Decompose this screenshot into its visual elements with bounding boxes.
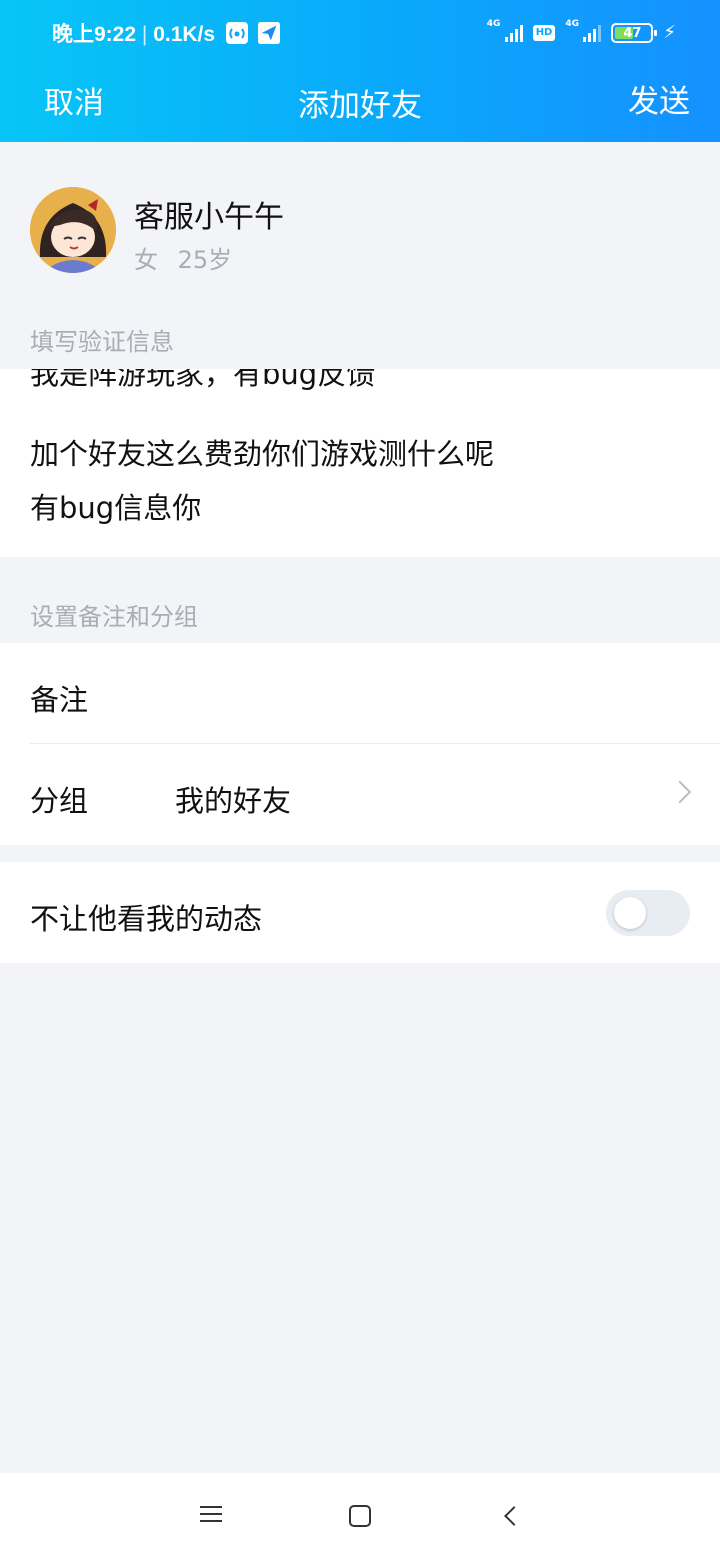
battery-icon: 47 <box>611 23 658 43</box>
system-nav-bar <box>0 1473 720 1560</box>
signal-icon-2: 4G <box>565 19 602 44</box>
send-app-icon <box>258 22 280 44</box>
avatar[interactable] <box>30 187 116 273</box>
verification-label: 填写验证信息 <box>30 328 174 356</box>
hotspot-icon <box>226 22 248 44</box>
status-time: 晚上9:22 | 0.1K/s <box>52 18 215 48</box>
back-icon[interactable] <box>497 1501 527 1531</box>
send-button[interactable]: 发送 <box>628 76 690 121</box>
profile-gender: 女 <box>134 246 158 274</box>
signal-tag-2: 4G <box>565 19 580 29</box>
profile-meta: 女 25岁 <box>134 240 232 275</box>
status-separator: | <box>141 23 148 46</box>
network-speed: 0.1K/s <box>153 23 216 46</box>
header-bar: 晚上9:22 | 0.1K/s 4G HD 4G 47 ⚡ 取消 添加好友 发送 <box>0 0 720 142</box>
privacy-panel: 不让他看我的动态 <box>0 862 720 963</box>
privacy-label: 不让他看我的动态 <box>30 902 263 936</box>
profile-name: 客服小午午 <box>134 200 284 235</box>
toggle-knob <box>614 897 646 929</box>
message-line-1: 我是阵游玩家，有bug反馈 <box>30 369 376 391</box>
clock: 晚上9:22 <box>52 23 137 46</box>
remark-group-panel: 备注 分组 我的好友 <box>0 643 720 845</box>
hd-badge: HD <box>532 25 556 41</box>
signal-icon: 4G <box>486 19 523 44</box>
bolt-icon: ⚡ <box>663 22 676 43</box>
remark-label: 备注 <box>30 683 89 717</box>
message-line-2: 加个好友这么费劲你们游戏测什么呢 <box>30 437 495 471</box>
remark-row[interactable]: 备注 <box>0 643 720 744</box>
status-bar: 晚上9:22 | 0.1K/s 4G HD 4G 47 ⚡ <box>0 0 720 64</box>
signal-tag: 4G <box>486 19 501 29</box>
group-row[interactable]: 分组 我的好友 <box>0 744 720 845</box>
group-value: 我的好友 <box>175 784 292 818</box>
privacy-row: 不让他看我的动态 <box>0 862 720 963</box>
page-title: 添加好友 <box>298 88 422 124</box>
chevron-right-icon <box>668 780 692 804</box>
group-label: 分组 <box>30 784 89 818</box>
home-icon[interactable] <box>345 1501 375 1531</box>
privacy-toggle[interactable] <box>606 890 690 936</box>
menu-icon[interactable] <box>196 1501 226 1531</box>
remark-group-label: 设置备注和分组 <box>30 603 198 631</box>
status-icons: 4G HD 4G 47 ⚡ <box>486 19 676 46</box>
verification-textarea[interactable]: 我是阵游玩家，有bug反馈 加个好友这么费劲你们游戏测什么呢 有bug信息你 <box>0 369 720 557</box>
message-line-3: 有bug信息你 <box>30 491 202 525</box>
battery-level: 47 <box>623 25 642 41</box>
profile-age: 25岁 <box>177 246 233 274</box>
